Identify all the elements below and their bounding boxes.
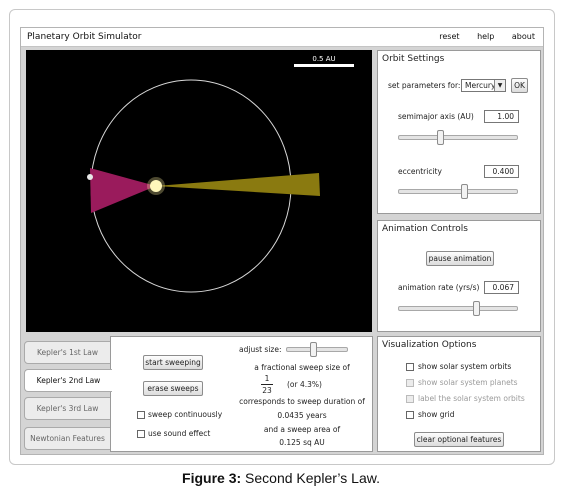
erase-sweeps-button[interactable]: erase sweeps xyxy=(143,381,203,396)
animation-rate-slider-track[interactable] xyxy=(398,306,518,311)
show-grid-label: show grid xyxy=(418,410,455,419)
sweep-area-perihelion xyxy=(90,168,156,213)
show-orbits-checkbox[interactable] xyxy=(406,363,414,371)
reset-link[interactable]: reset xyxy=(439,32,459,41)
visualization-options-panel: Visualization Options show solar system … xyxy=(377,336,541,452)
chevron-down-icon: ▼ xyxy=(494,80,505,91)
semimajor-label: semimajor axis (AU) xyxy=(398,112,474,121)
kepler-2nd-law-panel: start sweeping erase sweeps sweep contin… xyxy=(110,336,373,452)
scale-label: 0.5 AU xyxy=(312,55,335,63)
eccentricity-input[interactable]: 0.400 xyxy=(484,165,519,178)
about-link[interactable]: about xyxy=(512,32,535,41)
planet-select-value: Mercury xyxy=(465,81,496,90)
adjust-size-label: adjust size: xyxy=(239,345,282,354)
animation-controls-panel: Animation Controls pause animation anima… xyxy=(377,220,541,332)
ok-button[interactable]: OK xyxy=(511,78,528,93)
fraction-intro: a fractional sweep size of xyxy=(254,363,350,372)
animation-rate-slider-thumb[interactable] xyxy=(472,301,480,316)
area-intro: and a sweep area of xyxy=(263,425,341,434)
show-orbits-label: show solar system orbits xyxy=(418,362,512,371)
sweep-area-value: 0.125 sq AU xyxy=(279,438,325,447)
sweep-percent: (or 4.3%) xyxy=(287,380,322,389)
semimajor-slider-thumb[interactable] xyxy=(436,130,444,145)
scale-bar xyxy=(294,64,354,67)
set-params-label: set parameters for: xyxy=(388,81,461,90)
eccentricity-slider-track[interactable] xyxy=(398,189,518,194)
label-orbits-label: label the solar system orbits xyxy=(418,394,525,403)
animation-controls-title: Animation Controls xyxy=(382,224,468,234)
semimajor-slider-track[interactable] xyxy=(398,135,518,140)
fraction-denominator: 23 xyxy=(262,386,272,395)
show-planets-checkbox[interactable] xyxy=(406,379,414,387)
figure-caption-text: Second Kepler’s Law. xyxy=(245,470,380,486)
tab-newtonian-features[interactable]: Newtonian Features xyxy=(24,427,111,450)
menu-links: reset help about xyxy=(424,32,535,41)
orbit-view[interactable]: 0.5 AU xyxy=(26,50,372,332)
menu-bar: Planetary Orbit Simulator reset help abo… xyxy=(21,28,543,47)
orbit-settings-title: Orbit Settings xyxy=(382,54,445,64)
show-grid-checkbox[interactable] xyxy=(406,411,414,419)
visualization-options-title: Visualization Options xyxy=(382,340,477,350)
help-link[interactable]: help xyxy=(477,32,494,41)
sweep-area-aphelion xyxy=(156,173,320,196)
planet-marker[interactable] xyxy=(87,174,93,180)
semimajor-input[interactable]: 1.00 xyxy=(484,110,519,123)
app-window: Planetary Orbit Simulator reset help abo… xyxy=(20,27,544,455)
app-title: Planetary Orbit Simulator xyxy=(27,32,142,42)
duration-intro: corresponds to sweep duration of xyxy=(239,397,365,406)
pause-animation-button[interactable]: pause animation xyxy=(426,251,494,266)
eccentricity-label: eccentricity xyxy=(398,167,442,176)
label-orbits-checkbox[interactable] xyxy=(406,395,414,403)
clear-optional-features-button[interactable]: clear optional features xyxy=(414,432,504,447)
sweep-duration-value: 0.0435 years xyxy=(277,411,327,420)
tab-keplers-2nd-law[interactable]: Kepler's 2nd Law xyxy=(24,369,112,392)
animation-rate-input[interactable]: 0.067 xyxy=(484,281,519,294)
sweep-continuously-label: sweep continuously xyxy=(148,410,223,419)
fraction-numerator: 1 xyxy=(264,374,270,383)
eccentricity-slider-thumb[interactable] xyxy=(460,184,468,199)
orbit-canvas: 0.5 AU xyxy=(87,55,354,293)
sun-glow xyxy=(147,177,165,195)
planet-select[interactable]: Mercury ▼ xyxy=(461,79,506,92)
figure-caption-label: Figure 3: xyxy=(182,470,242,486)
animation-rate-label: animation rate (yrs/s) xyxy=(398,283,480,292)
use-sound-effect-label: use sound effect xyxy=(148,429,211,438)
adjust-size-slider-thumb[interactable] xyxy=(310,342,318,357)
start-sweeping-button[interactable]: start sweeping xyxy=(143,355,203,370)
show-planets-label: show solar system planets xyxy=(418,378,518,387)
tab-keplers-3rd-law[interactable]: Kepler's 3rd Law xyxy=(24,397,111,420)
use-sound-effect-checkbox[interactable] xyxy=(137,430,145,438)
fraction-bar xyxy=(261,384,273,385)
orbit-settings-panel: Orbit Settings set parameters for: Mercu… xyxy=(377,50,541,214)
tab-keplers-1st-law[interactable]: Kepler's 1st Law xyxy=(24,341,111,364)
figure-caption: Figure 3: Second Kepler’s Law. xyxy=(0,470,562,486)
sweep-continuously-checkbox[interactable] xyxy=(137,411,145,419)
